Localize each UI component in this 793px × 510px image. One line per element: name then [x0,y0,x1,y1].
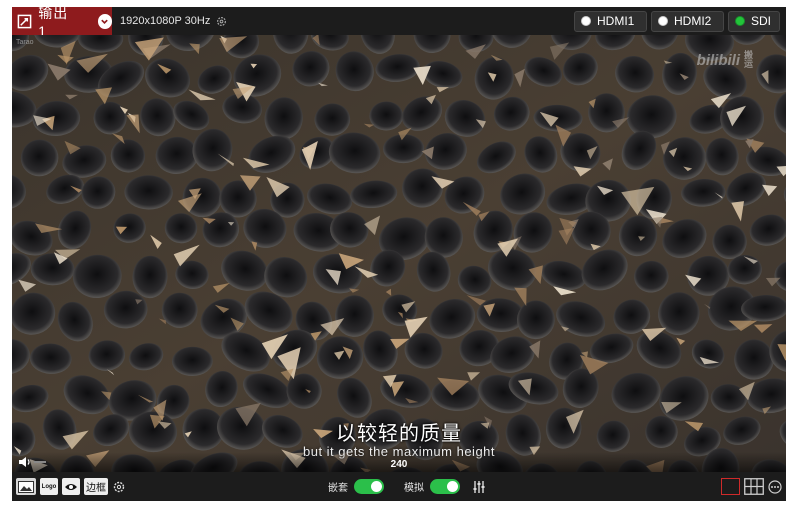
image-icon [18,480,34,493]
embed-toggle[interactable] [354,479,384,494]
image-overlay-button[interactable] [16,478,36,495]
watermark-text: 搬运 [744,50,754,69]
resolution-info: 1920x1080P 30Hz [120,15,227,27]
video-frame-image [12,35,786,472]
radio-indicator-icon [735,16,745,26]
input-label: HDMI2 [674,14,712,28]
resolution-text: 1920x1080P 30Hz [120,15,211,27]
corner-label: Tarao [16,39,34,46]
output-panel: 输出 1 1920x1080P 30Hz HDMI1 HDMI2 SDI Tar… [12,7,786,501]
analog-label: 模拟 [404,483,424,494]
preview-status-bar: 240 [12,452,786,472]
embed-label: 嵌套 [328,483,348,494]
radio-indicator-icon [658,16,668,26]
audio-controls: 嵌套 模拟 [328,472,486,501]
radio-indicator-icon [581,16,591,26]
visibility-button[interactable] [62,478,80,495]
input-source-selector: HDMI1 HDMI2 SDI [574,10,780,32]
chevron-down-icon[interactable] [97,13,112,29]
input-hdmi1-button[interactable]: HDMI1 [574,10,647,32]
level-value: 240 [390,459,408,470]
border-label: 边框 [86,483,106,494]
eye-icon [65,483,77,490]
more-options-icon[interactable] [768,479,782,494]
logo-label: Logo [41,483,57,490]
input-label: SDI [750,14,771,28]
settings-gear-icon[interactable] [216,16,227,27]
input-hdmi2-button[interactable]: HDMI2 [651,10,724,32]
analog-toggle[interactable] [430,479,460,494]
input-label: HDMI1 [597,14,635,28]
mixer-sliders-icon[interactable] [472,480,486,494]
subtitle-chinese: 以较轻的质量 [336,423,462,445]
edit-icon[interactable] [17,13,32,29]
output-tab[interactable]: 输出 1 [12,7,112,39]
border-settings-gear-icon[interactable] [113,481,125,493]
output-footer: Logo 边框 嵌套 模拟 [12,472,786,501]
watermark: bilibili 搬运 [697,51,756,69]
video-preview[interactable]: Tarao bilibili 搬运 以较轻的质量 but it gets the… [12,35,786,472]
input-sdi-button[interactable]: SDI [728,10,780,32]
single-layout-button[interactable] [721,478,740,495]
grid-layout-icon[interactable] [744,478,764,495]
logo-button[interactable]: Logo [40,478,58,495]
border-button[interactable]: 边框 [84,478,108,495]
layout-controls [721,472,782,501]
output-header: 输出 1 1920x1080P 30Hz HDMI1 HDMI2 SDI [12,7,786,39]
watermark-logo: bilibili [696,51,740,69]
